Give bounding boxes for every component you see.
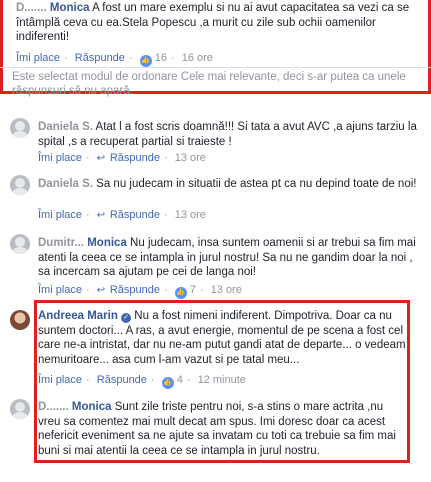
avatar[interactable]	[10, 175, 30, 195]
comment-text: Sa nu judecam in situatii de astea pt ca…	[96, 178, 417, 190]
reply-link[interactable]: Răspunde	[110, 152, 160, 164]
like-link[interactable]: Îmi place	[38, 152, 82, 164]
comment-body: Daniela S. Atat l a fost scris doamnă!!!…	[38, 120, 423, 149]
comment-actions: Îmi place · Răspunde · 👍 4 · 12 minute	[38, 374, 246, 389]
comment-body: D....... Monica A fost un mare exemplu s…	[16, 1, 426, 45]
comment-actions: Îmi place · Răspunde · 👍 16 · 16 ore	[16, 52, 213, 67]
verified-badge-icon: ✓	[121, 313, 132, 323]
comment-time[interactable]: 16 ore	[182, 52, 213, 64]
reply-arrow-icon: ↩	[96, 285, 106, 296]
comment-author[interactable]: Monica	[50, 2, 90, 14]
reply-arrow-icon: ↩	[96, 153, 106, 164]
comment-body: Daniela S. Sa nu judecam in situatii de …	[38, 177, 423, 192]
comment-body: Dumitr... Monica Nu judecam, insa suntem…	[38, 236, 423, 280]
comment-body: D....... Monica Sunt zile triste pentru …	[38, 400, 408, 458]
like-count-icon: 👍	[161, 377, 174, 389]
comment-author-obscured[interactable]: Daniela S.	[38, 178, 93, 190]
like-count[interactable]: 4	[177, 374, 183, 386]
comment-author-obscured[interactable]: D.......	[16, 2, 47, 14]
comment-time[interactable]: 13 ore	[175, 152, 206, 164]
like-link[interactable]: Îmi place	[38, 284, 82, 296]
reply-link[interactable]: Răspunde	[75, 52, 125, 64]
comment-time[interactable]: 13 ore	[175, 209, 206, 221]
like-count[interactable]: 16	[155, 52, 167, 64]
comment-time[interactable]: 12 minute	[198, 374, 246, 386]
reply-link[interactable]: Răspunde	[110, 284, 160, 296]
comment-actions: Îmi place · ↩ Răspunde · 👍 7 · 13 ore	[38, 284, 242, 299]
comment-time[interactable]: 13 ore	[211, 284, 242, 296]
comment-author[interactable]: Andreea Marin	[38, 310, 118, 322]
comment-body: Andreea Marin ✓ Nu a fost nimeni indifer…	[38, 309, 408, 367]
like-link[interactable]: Îmi place	[38, 209, 82, 221]
comment-author-obscured[interactable]: Daniela S.	[38, 121, 93, 133]
comment-author-obscured[interactable]: D.......	[38, 401, 69, 413]
divider	[0, 67, 431, 68]
avatar[interactable]	[10, 234, 30, 254]
reply-arrow-icon: ↩	[96, 210, 106, 221]
like-count-icon: 👍	[139, 55, 152, 67]
comment-author[interactable]: Monica	[87, 237, 127, 249]
avatar[interactable]	[10, 399, 30, 419]
avatar[interactable]	[10, 118, 30, 138]
comment-author[interactable]: Monica	[72, 401, 112, 413]
comment-actions: Îmi place · ↩ Răspunde · 13 ore	[38, 152, 206, 164]
reply-link[interactable]: Răspunde	[110, 209, 160, 221]
comment-text: Atat l a fost scris doamnă!!! Si tata a …	[38, 121, 417, 148]
like-link[interactable]: Îmi place	[16, 52, 60, 64]
like-link[interactable]: Îmi place	[38, 374, 82, 386]
comment-author-obscured[interactable]: Dumitr...	[38, 237, 84, 249]
comment-actions: Îmi place · ↩ Răspunde · 13 ore	[38, 209, 206, 221]
sort-notice: Este selectat modul de ordonare Cele mai…	[12, 71, 406, 97]
reply-link[interactable]: Răspunde	[97, 374, 147, 386]
avatar[interactable]	[10, 310, 30, 330]
like-count-icon: 👍	[174, 287, 187, 299]
like-count[interactable]: 7	[190, 284, 196, 296]
